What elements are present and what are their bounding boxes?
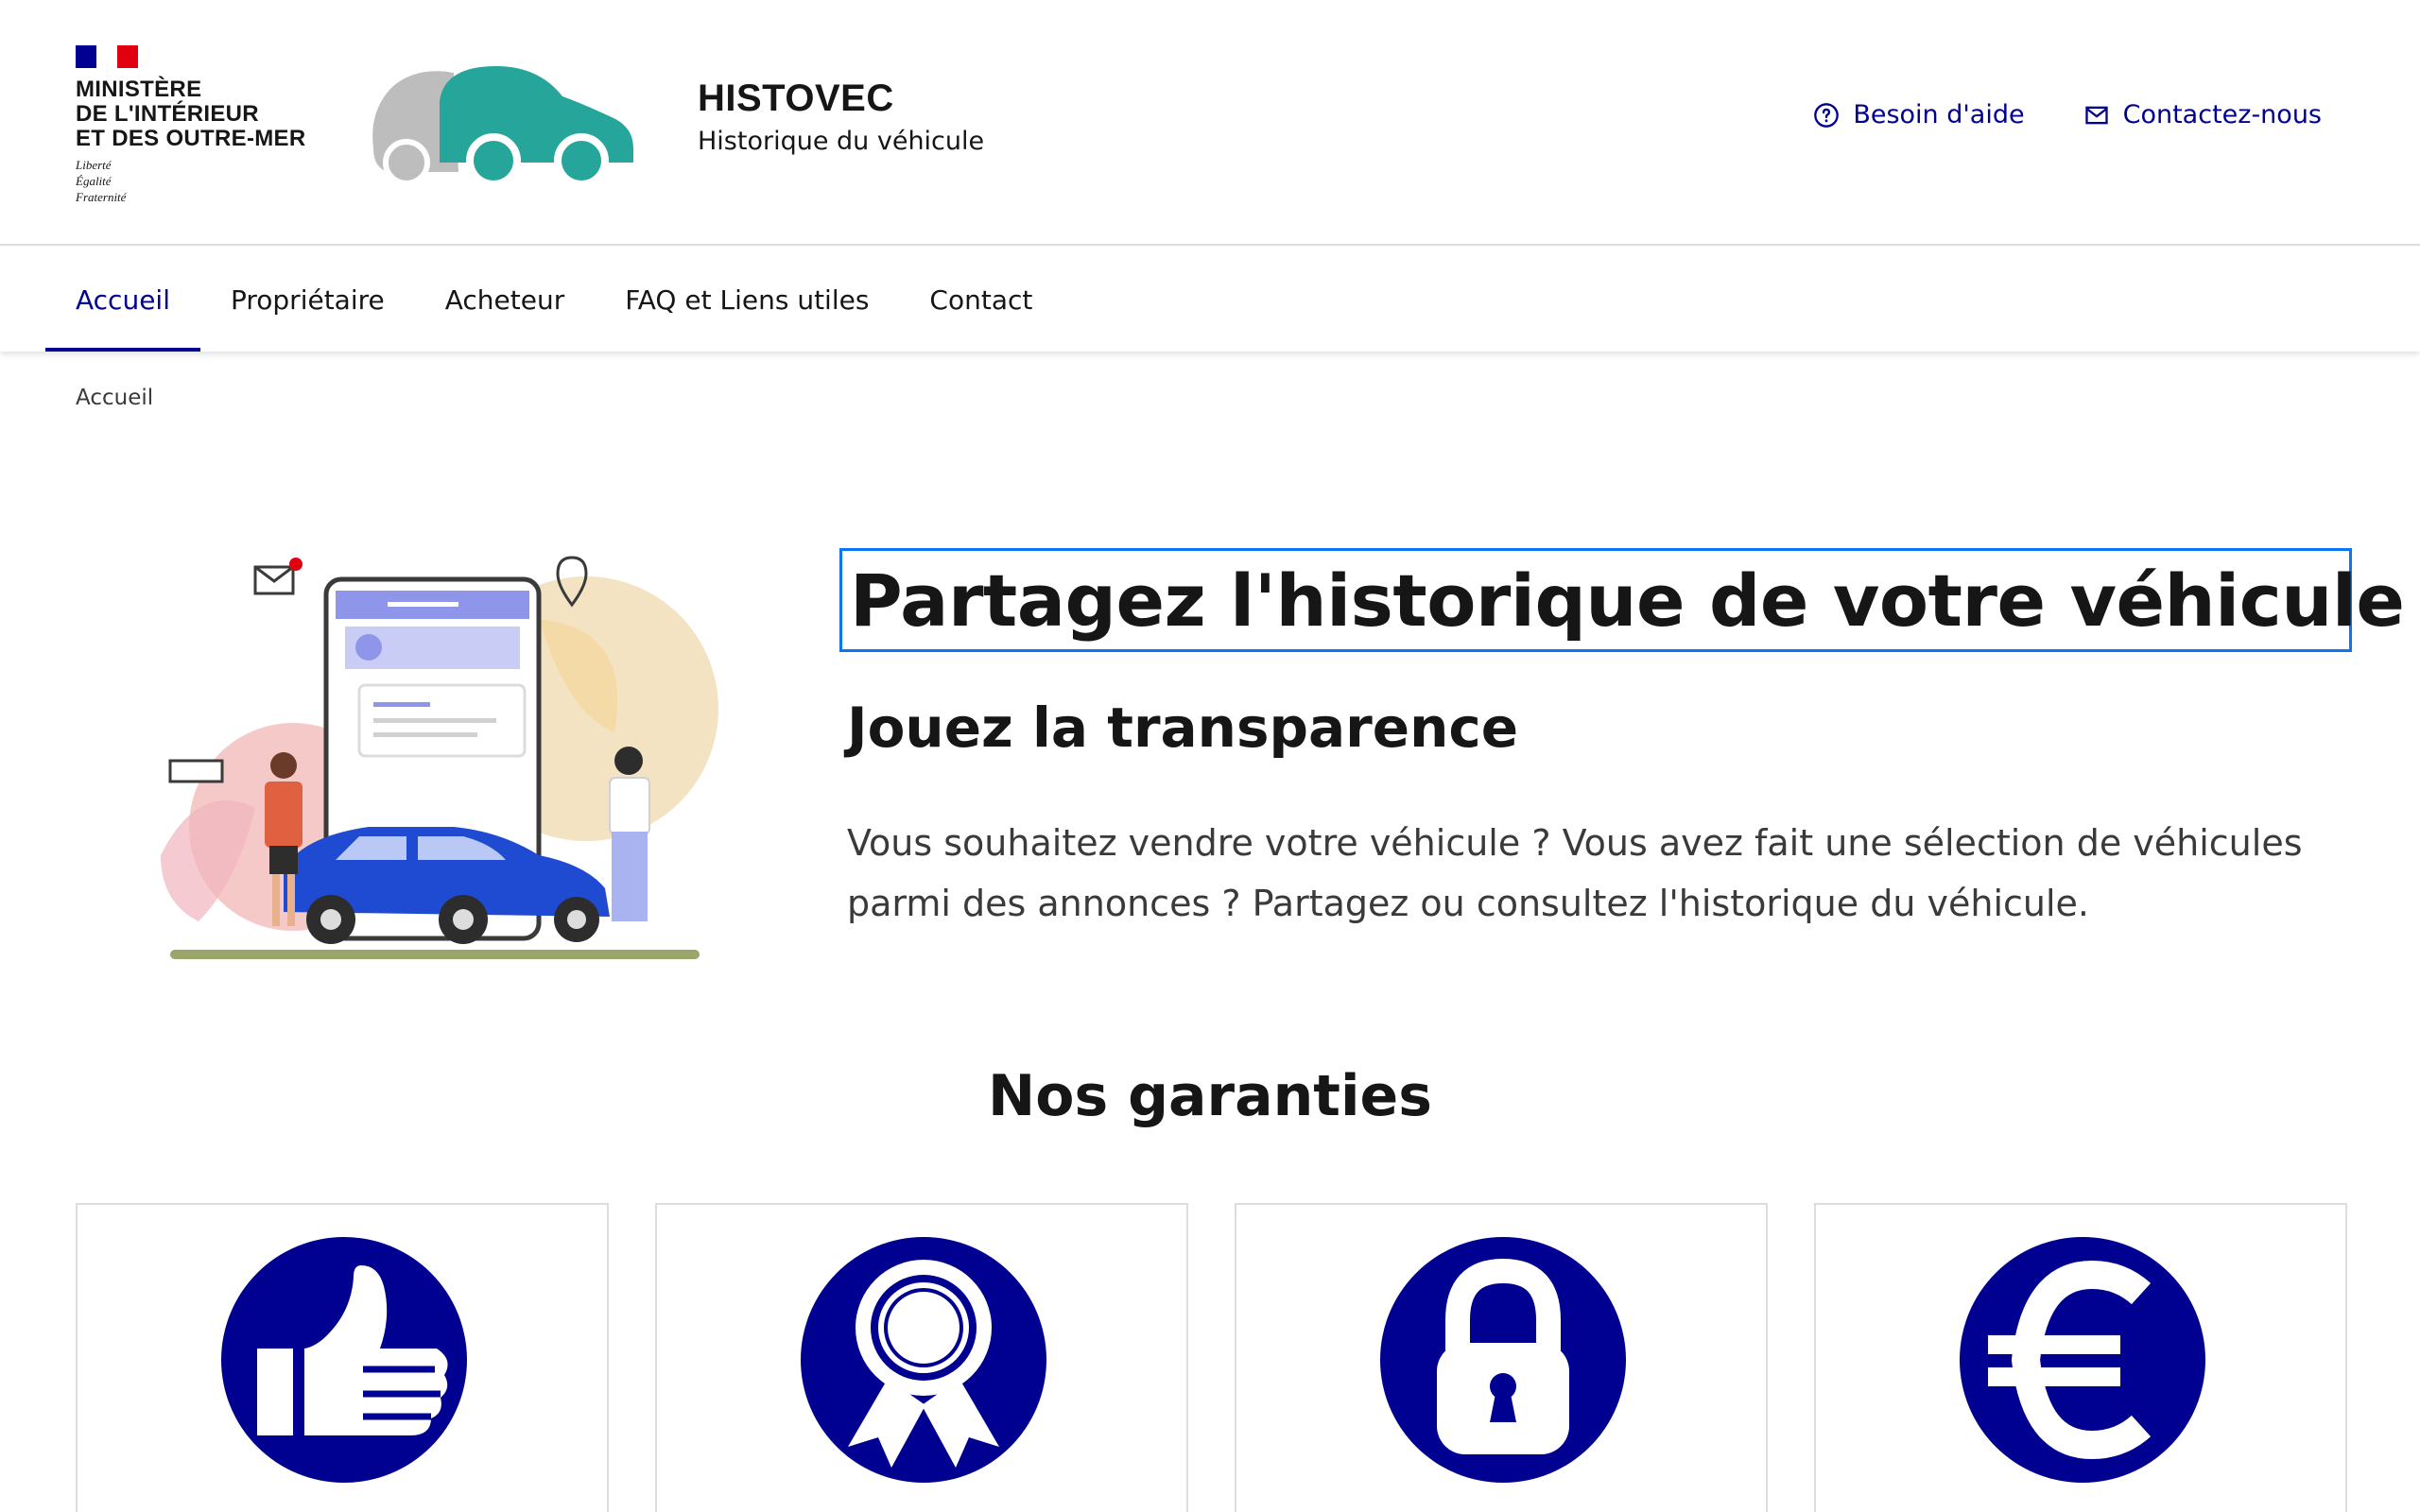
help-link-label: Besoin d'aide [1853, 100, 2025, 129]
french-flag-icon [76, 45, 138, 68]
garanties-cards [76, 1203, 2347, 1512]
garantie-card-certified[interactable] [655, 1203, 1188, 1512]
mail-icon [2084, 106, 2108, 124]
service-tagline: Historique du véhicule [698, 127, 985, 156]
nav-item-proprietaire[interactable]: Propriétaire [200, 248, 415, 352]
question-circle-icon [1814, 102, 1840, 128]
motto-liberte: Liberté [76, 158, 112, 172]
garantie-card-free[interactable] [1814, 1203, 2347, 1512]
help-link[interactable]: Besoin d'aide [1813, 100, 2025, 129]
republic-motto: Liberté Égalité Fraternité [76, 157, 305, 205]
thumbs-up-icon [221, 1237, 467, 1483]
hero-description: Vous souhaitez vendre votre véhicule ? V… [847, 822, 2303, 924]
hero-subtitle: Jouez la transparence [847, 696, 1519, 760]
nav-item-faq[interactable]: FAQ et Liens utiles [595, 248, 899, 352]
nav-item-accueil[interactable]: Accueil [45, 248, 200, 352]
service-title[interactable]: HISTOVEC [698, 76, 984, 121]
ministry-line-2: DE L'INTÉRIEUR [76, 101, 259, 127]
ministry-line-1: MINISTÈRE [76, 77, 202, 102]
hero-illustration [161, 556, 718, 959]
header-quick-links: Besoin d'aide Contactez-nous [1813, 100, 2322, 129]
contact-link[interactable]: Contactez-nous [2083, 100, 2322, 129]
euro-icon [1960, 1237, 2205, 1483]
histovec-car-logo-icon[interactable] [364, 59, 638, 186]
site-header: MINISTÈRE DE L'INTÉRIEUR ET DES OUTRE-ME… [0, 0, 2420, 246]
garanties-title: Nos garanties [988, 1063, 1432, 1129]
service-title-block: HISTOVEC Historique du véhicule [698, 76, 984, 159]
ministry-logo[interactable]: MINISTÈRE DE L'INTÉRIEUR ET DES OUTRE-ME… [76, 45, 305, 205]
nav-item-acheteur[interactable]: Acheteur [415, 248, 596, 352]
padlock-icon [1380, 1237, 1626, 1483]
contact-link-label: Contactez-nous [2122, 100, 2322, 129]
motto-egalite: Égalité [76, 174, 112, 188]
main-navigation: Accueil Propriétaire Acheteur FAQ et Lie… [0, 248, 2420, 352]
breadcrumb[interactable]: Accueil [76, 386, 153, 410]
nav-item-contact[interactable]: Contact [899, 248, 1063, 352]
hero-title: Partagez l'historique de votre véhicule [839, 548, 2405, 652]
award-ribbon-icon [801, 1237, 1046, 1483]
ministry-name: MINISTÈRE DE L'INTÉRIEUR ET DES OUTRE-ME… [76, 77, 305, 151]
motto-fraternite: Fraternité [76, 190, 127, 204]
ministry-line-3: ET DES OUTRE-MER [76, 126, 306, 151]
garantie-card-secure[interactable] [1235, 1203, 1768, 1512]
garantie-card-satisfaction[interactable] [76, 1203, 609, 1512]
